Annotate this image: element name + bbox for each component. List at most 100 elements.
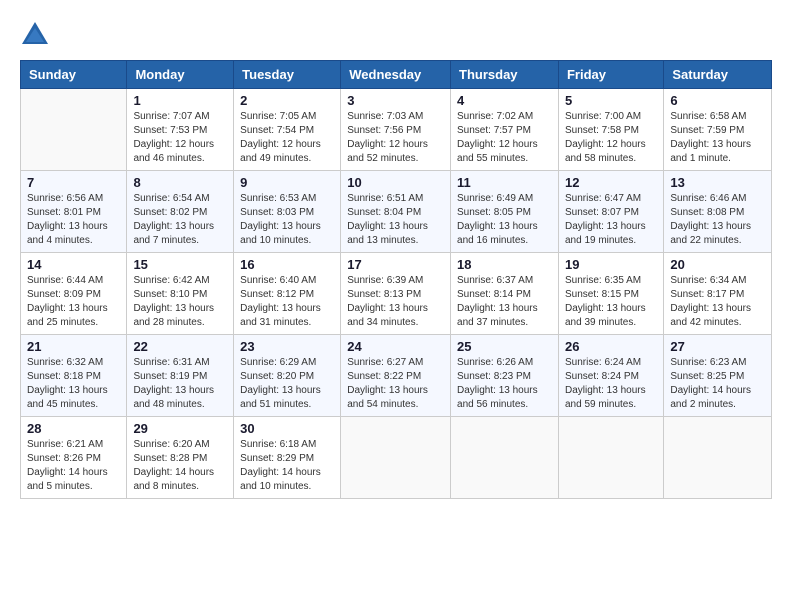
calendar-cell xyxy=(451,417,559,499)
calendar-cell xyxy=(21,89,127,171)
calendar-cell: 7 Sunrise: 6:56 AMSunset: 8:01 PMDaylight… xyxy=(21,171,127,253)
calendar-cell: 23 Sunrise: 6:29 AMSunset: 8:20 PMDayligh… xyxy=(234,335,341,417)
weekday-header-tuesday: Tuesday xyxy=(234,61,341,89)
calendar-cell: 8Sunrise: 6:54 AMSunset: 8:02 PMDaylight… xyxy=(127,171,234,253)
day-number: 22 xyxy=(133,339,227,354)
calendar-cell: 16 Sunrise: 6:40 AMSunset: 8:12 PMDayligh… xyxy=(234,253,341,335)
day-number: 5 xyxy=(565,93,657,108)
day-info: Sunrise: 6:27 AMSunset: 8:22 PMDaylight:… xyxy=(347,356,444,412)
day-info: Sunrise: 7:02 AMSunset: 7:57 PMDaylight:… xyxy=(457,110,552,166)
day-number: 13 xyxy=(670,175,765,190)
day-info: Sunrise: 6:42 AMSunset: 8:10 PMDaylight:… xyxy=(133,274,227,330)
calendar-cell: 4 Sunrise: 7:02 AMSunset: 7:57 PMDaylight… xyxy=(451,89,559,171)
day-number: 12 xyxy=(565,175,657,190)
day-info: Sunrise: 6:18 AMSunset: 8:29 PMDaylight:… xyxy=(240,438,334,494)
day-info: Sunrise: 6:35 AMSunset: 8:15 PMDaylight:… xyxy=(565,274,657,330)
day-number: 30 xyxy=(240,421,334,436)
day-number: 21 xyxy=(27,339,120,354)
day-info: Sunrise: 6:26 AMSunset: 8:23 PMDaylight:… xyxy=(457,356,552,412)
day-number: 14 xyxy=(27,257,120,272)
calendar-week-4: 21 Sunrise: 6:32 AMSunset: 8:18 PMDayligh… xyxy=(21,335,772,417)
calendar-header-row: SundayMondayTuesdayWednesdayThursdayFrid… xyxy=(21,61,772,89)
day-info: Sunrise: 6:53 AMSunset: 8:03 PMDaylight:… xyxy=(240,192,334,248)
calendar-cell: 10 Sunrise: 6:51 AMSunset: 8:04 PMDayligh… xyxy=(341,171,451,253)
day-number: 7 xyxy=(27,175,120,190)
weekday-header-monday: Monday xyxy=(127,61,234,89)
day-info: Sunrise: 6:23 AMSunset: 8:25 PMDaylight:… xyxy=(670,356,765,412)
day-number: 1 xyxy=(133,93,227,108)
calendar-cell: 12 Sunrise: 6:47 AMSunset: 8:07 PMDayligh… xyxy=(558,171,663,253)
weekday-header-wednesday: Wednesday xyxy=(341,61,451,89)
day-number: 6 xyxy=(670,93,765,108)
calendar-cell: 13 Sunrise: 6:46 AMSunset: 8:08 PMDayligh… xyxy=(664,171,772,253)
calendar-cell: 15 Sunrise: 6:42 AMSunset: 8:10 PMDayligh… xyxy=(127,253,234,335)
calendar-cell: 24 Sunrise: 6:27 AMSunset: 8:22 PMDayligh… xyxy=(341,335,451,417)
day-number: 27 xyxy=(670,339,765,354)
day-number: 20 xyxy=(670,257,765,272)
calendar-cell: 6Sunrise: 6:58 AMSunset: 7:59 PMDaylight… xyxy=(664,89,772,171)
day-number: 26 xyxy=(565,339,657,354)
calendar-cell: 25Sunrise: 6:26 AMSunset: 8:23 PMDayligh… xyxy=(451,335,559,417)
day-info: Sunrise: 6:47 AMSunset: 8:07 PMDaylight:… xyxy=(565,192,657,248)
day-number: 24 xyxy=(347,339,444,354)
calendar-cell: 2 Sunrise: 7:05 AMSunset: 7:54 PMDaylight… xyxy=(234,89,341,171)
calendar-cell: 21 Sunrise: 6:32 AMSunset: 8:18 PMDayligh… xyxy=(21,335,127,417)
day-info: Sunrise: 6:20 AMSunset: 8:28 PMDaylight:… xyxy=(133,438,227,494)
day-info: Sunrise: 6:49 AMSunset: 8:05 PMDaylight:… xyxy=(457,192,552,248)
day-number: 17 xyxy=(347,257,444,272)
day-info: Sunrise: 6:56 AMSunset: 8:01 PMDaylight:… xyxy=(27,192,120,248)
day-info: Sunrise: 7:05 AMSunset: 7:54 PMDaylight:… xyxy=(240,110,334,166)
calendar-cell: 9 Sunrise: 6:53 AMSunset: 8:03 PMDaylight… xyxy=(234,171,341,253)
calendar-cell: 14 Sunrise: 6:44 AMSunset: 8:09 PMDayligh… xyxy=(21,253,127,335)
day-info: Sunrise: 6:46 AMSunset: 8:08 PMDaylight:… xyxy=(670,192,765,248)
calendar-cell: 26 Sunrise: 6:24 AMSunset: 8:24 PMDayligh… xyxy=(558,335,663,417)
day-info: Sunrise: 7:07 AMSunset: 7:53 PMDaylight:… xyxy=(133,110,227,166)
day-number: 9 xyxy=(240,175,334,190)
calendar-cell: 11 Sunrise: 6:49 AMSunset: 8:05 PMDayligh… xyxy=(451,171,559,253)
calendar-cell: 29Sunrise: 6:20 AMSunset: 8:28 PMDayligh… xyxy=(127,417,234,499)
day-info: Sunrise: 6:54 AMSunset: 8:02 PMDaylight:… xyxy=(133,192,227,248)
day-info: Sunrise: 6:32 AMSunset: 8:18 PMDaylight:… xyxy=(27,356,120,412)
calendar-cell: 28 Sunrise: 6:21 AMSunset: 8:26 PMDayligh… xyxy=(21,417,127,499)
weekday-header-saturday: Saturday xyxy=(664,61,772,89)
calendar-table: SundayMondayTuesdayWednesdayThursdayFrid… xyxy=(20,60,772,499)
calendar-cell: 22 Sunrise: 6:31 AMSunset: 8:19 PMDayligh… xyxy=(127,335,234,417)
calendar-cell: 30 Sunrise: 6:18 AMSunset: 8:29 PMDayligh… xyxy=(234,417,341,499)
day-number: 18 xyxy=(457,257,552,272)
day-number: 15 xyxy=(133,257,227,272)
day-number: 16 xyxy=(240,257,334,272)
logo-icon xyxy=(20,20,50,50)
day-info: Sunrise: 7:03 AMSunset: 7:56 PMDaylight:… xyxy=(347,110,444,166)
calendar-week-5: 28 Sunrise: 6:21 AMSunset: 8:26 PMDayligh… xyxy=(21,417,772,499)
calendar-cell: 17 Sunrise: 6:39 AMSunset: 8:13 PMDayligh… xyxy=(341,253,451,335)
day-info: Sunrise: 6:51 AMSunset: 8:04 PMDaylight:… xyxy=(347,192,444,248)
day-number: 11 xyxy=(457,175,552,190)
calendar-cell: 1 Sunrise: 7:07 AMSunset: 7:53 PMDaylight… xyxy=(127,89,234,171)
day-info: Sunrise: 6:44 AMSunset: 8:09 PMDaylight:… xyxy=(27,274,120,330)
calendar-cell: 3 Sunrise: 7:03 AMSunset: 7:56 PMDaylight… xyxy=(341,89,451,171)
calendar-week-1: 1 Sunrise: 7:07 AMSunset: 7:53 PMDaylight… xyxy=(21,89,772,171)
calendar-cell xyxy=(341,417,451,499)
day-info: Sunrise: 7:00 AMSunset: 7:58 PMDaylight:… xyxy=(565,110,657,166)
day-number: 4 xyxy=(457,93,552,108)
day-info: Sunrise: 6:40 AMSunset: 8:12 PMDaylight:… xyxy=(240,274,334,330)
weekday-header-friday: Friday xyxy=(558,61,663,89)
calendar-week-3: 14 Sunrise: 6:44 AMSunset: 8:09 PMDayligh… xyxy=(21,253,772,335)
day-info: Sunrise: 6:24 AMSunset: 8:24 PMDaylight:… xyxy=(565,356,657,412)
day-number: 19 xyxy=(565,257,657,272)
day-number: 3 xyxy=(347,93,444,108)
day-number: 2 xyxy=(240,93,334,108)
calendar-cell: 19 Sunrise: 6:35 AMSunset: 8:15 PMDayligh… xyxy=(558,253,663,335)
day-number: 10 xyxy=(347,175,444,190)
day-info: Sunrise: 6:39 AMSunset: 8:13 PMDaylight:… xyxy=(347,274,444,330)
calendar-cell: 18Sunrise: 6:37 AMSunset: 8:14 PMDayligh… xyxy=(451,253,559,335)
logo xyxy=(20,20,54,50)
day-info: Sunrise: 6:29 AMSunset: 8:20 PMDaylight:… xyxy=(240,356,334,412)
day-info: Sunrise: 6:21 AMSunset: 8:26 PMDaylight:… xyxy=(27,438,120,494)
weekday-header-sunday: Sunday xyxy=(21,61,127,89)
day-info: Sunrise: 6:31 AMSunset: 8:19 PMDaylight:… xyxy=(133,356,227,412)
day-number: 28 xyxy=(27,421,120,436)
day-number: 23 xyxy=(240,339,334,354)
calendar-week-2: 7 Sunrise: 6:56 AMSunset: 8:01 PMDaylight… xyxy=(21,171,772,253)
calendar-cell: 27 Sunrise: 6:23 AMSunset: 8:25 PMDayligh… xyxy=(664,335,772,417)
